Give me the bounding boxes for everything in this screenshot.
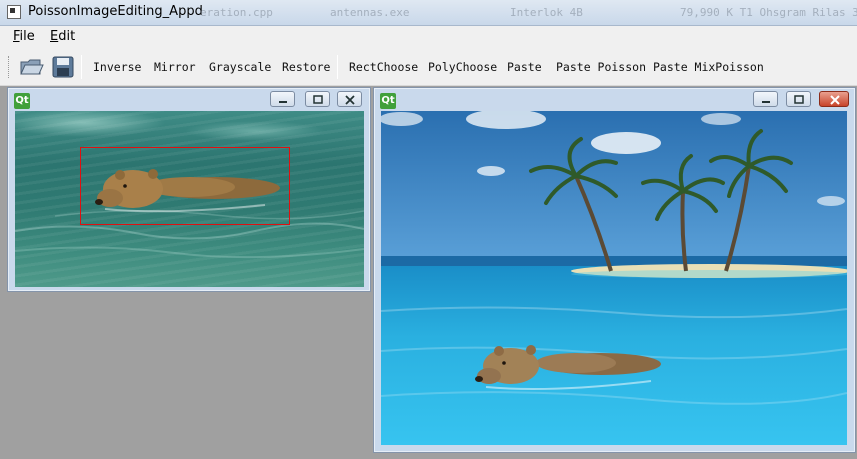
menu-file-label: ile <box>19 29 35 44</box>
grayscale-button[interactable]: Grayscale <box>209 60 271 74</box>
paste-poisson-button[interactable]: Paste Poisson <box>556 60 646 74</box>
application-window: PoissonImageEditing_Appd eration.cpp ant… <box>0 0 857 459</box>
menu-edit-mnemonic: E <box>50 29 59 44</box>
toolbar-grip[interactable] <box>8 56 11 78</box>
background-text-4: 79,990 K T1 Ohsgram Rilas 3 <box>680 6 857 19</box>
qt-logo-icon: Qt <box>380 93 396 109</box>
window-title: PoissonImageEditing_Appd <box>28 4 203 19</box>
rect-selection[interactable] <box>80 147 290 225</box>
source-subwindow: Qt <box>7 87 371 292</box>
close-button[interactable] <box>337 91 362 107</box>
maximize-button[interactable] <box>305 91 330 107</box>
toolbar-separator <box>81 55 82 79</box>
polychoose-button[interactable]: PolyChoose <box>428 60 497 74</box>
rectchoose-button[interactable]: RectChoose <box>349 60 418 74</box>
title-bar[interactable]: PoissonImageEditing_Appd eration.cpp ant… <box>0 0 857 26</box>
target-subwindow-titlebar[interactable]: Qt <box>374 88 855 110</box>
target-image-canvas[interactable] <box>381 111 847 445</box>
toolbar-separator <box>337 55 338 79</box>
close-button[interactable] <box>819 91 849 107</box>
minimize-button[interactable] <box>270 91 295 107</box>
maximize-icon <box>794 95 804 104</box>
paste-mixpoisson-button[interactable]: Paste MixPoisson <box>653 60 764 74</box>
maximize-icon <box>313 95 323 104</box>
save-disk-icon[interactable] <box>50 54 76 80</box>
mirror-button[interactable]: Mirror <box>154 60 196 74</box>
background-text-1: eration.cpp <box>200 6 273 19</box>
paste-button[interactable]: Paste <box>507 60 542 74</box>
inverse-button[interactable]: Inverse <box>93 60 141 74</box>
toolbar: Inverse Mirror Grayscale Restore RectCho… <box>0 48 857 86</box>
minimize-icon <box>279 101 287 103</box>
menu-edit-label: dit <box>58 29 76 44</box>
source-image-canvas[interactable] <box>15 111 364 287</box>
menu-edit[interactable]: Edit <box>50 29 75 44</box>
background-text-2: antennas.exe <box>330 6 410 19</box>
maximize-button[interactable] <box>786 91 811 107</box>
minimize-button[interactable] <box>753 91 778 107</box>
target-image <box>381 111 847 445</box>
close-icon <box>830 95 840 105</box>
source-image <box>15 111 364 287</box>
restore-button[interactable]: Restore <box>282 60 330 74</box>
app-icon <box>7 5 21 19</box>
minimize-icon <box>762 101 770 103</box>
qt-logo-icon: Qt <box>14 93 30 109</box>
open-folder-icon[interactable] <box>18 54 44 80</box>
target-subwindow: Qt <box>373 87 856 453</box>
menu-file[interactable]: File <box>13 29 35 44</box>
close-icon <box>345 95 355 105</box>
background-text-3: Interlok 4B <box>510 6 583 19</box>
menu-bar: File Edit <box>0 26 857 48</box>
source-subwindow-titlebar[interactable]: Qt <box>8 88 370 110</box>
